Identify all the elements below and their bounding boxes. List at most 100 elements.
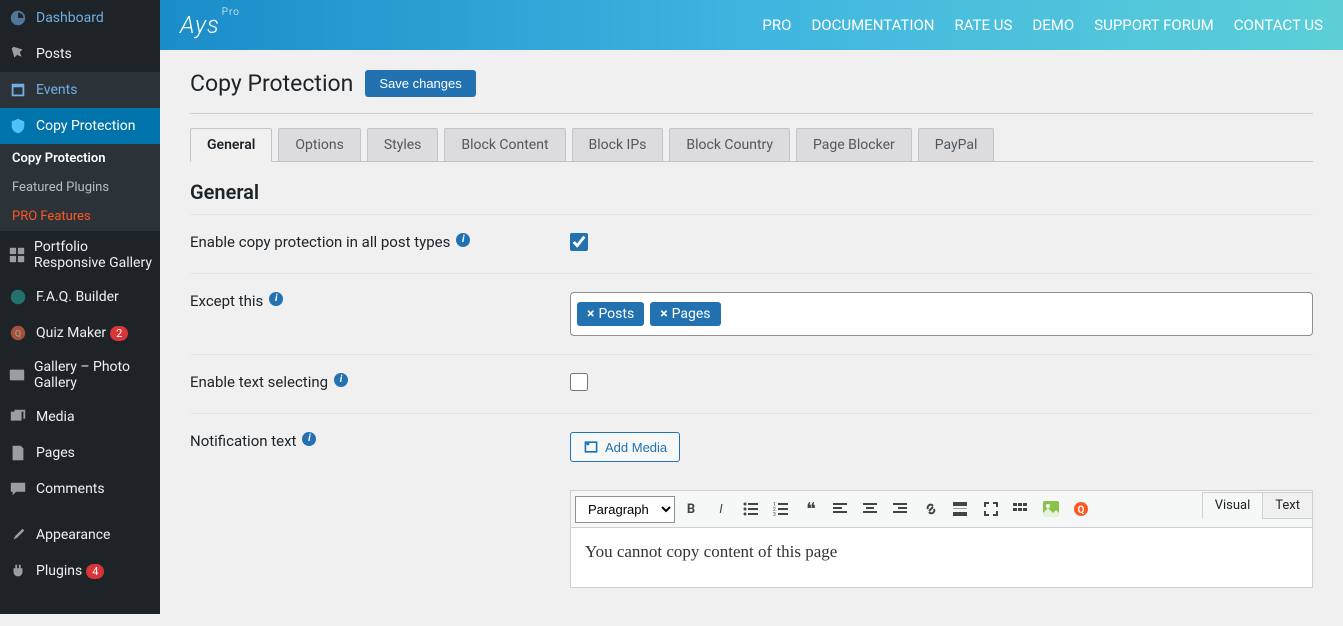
quote-button[interactable]: ❝ bbox=[797, 495, 825, 523]
page-title: Copy Protection bbox=[190, 70, 353, 97]
except-tag-input[interactable]: Posts Pages bbox=[570, 292, 1313, 336]
sidebar-label: Posts bbox=[36, 46, 72, 62]
sidebar-item-portfolio[interactable]: Portfolio Responsive Gallery bbox=[0, 231, 160, 279]
plug-icon bbox=[8, 561, 28, 581]
italic-button[interactable]: I bbox=[707, 495, 735, 523]
tag-posts[interactable]: Posts bbox=[577, 302, 644, 326]
sidebar-item-copy-protection[interactable]: Copy Protection bbox=[0, 108, 160, 144]
wysiwyg-editor: Visual Text Paragraph B I 123 ❝ bbox=[570, 490, 1313, 588]
editor-tab-text[interactable]: Text bbox=[1262, 492, 1313, 519]
tab-options[interactable]: Options bbox=[278, 128, 360, 161]
tab-block-ips[interactable]: Block IPs bbox=[572, 128, 664, 161]
dashboard-icon bbox=[8, 8, 28, 28]
tag-pages[interactable]: Pages bbox=[650, 302, 720, 326]
sidebar-item-comments[interactable]: Comments bbox=[0, 471, 160, 507]
page-icon bbox=[8, 443, 28, 463]
tab-styles[interactable]: Styles bbox=[367, 128, 439, 161]
topnav-support[interactable]: SUPPORT FORUM bbox=[1094, 16, 1214, 34]
sidebar-label: Media bbox=[36, 409, 75, 425]
editor-content[interactable]: You cannot copy content of this page bbox=[570, 528, 1313, 588]
fullscreen-button[interactable] bbox=[977, 495, 1005, 523]
pro-badge: Pro bbox=[222, 7, 240, 18]
sidebar-item-events[interactable]: Events bbox=[0, 72, 160, 108]
submenu-copy-protection[interactable]: Copy Protection bbox=[0, 144, 160, 173]
topnav-documentation[interactable]: DOCUMENTATION bbox=[811, 16, 934, 34]
notification-label: Notification text bbox=[190, 432, 296, 450]
add-media-button[interactable]: Add Media bbox=[570, 432, 680, 462]
editor-tab-visual[interactable]: Visual bbox=[1202, 492, 1263, 519]
chat-icon bbox=[8, 287, 28, 307]
tab-general[interactable]: General bbox=[190, 128, 272, 162]
link-button[interactable] bbox=[917, 495, 945, 523]
tab-block-country[interactable]: Block Country bbox=[669, 128, 790, 161]
format-select[interactable]: Paragraph bbox=[575, 496, 675, 523]
plugin-logo: Ays Pro bbox=[180, 11, 220, 39]
sidebar-item-gallery[interactable]: Gallery – Photo Gallery bbox=[0, 351, 160, 399]
sidebar-label: Comments bbox=[36, 481, 105, 497]
svg-text:Q: Q bbox=[1078, 505, 1085, 516]
sidebar-label: Appearance bbox=[36, 527, 110, 543]
sidebar-label: Gallery – Photo Gallery bbox=[34, 359, 152, 391]
shield-icon bbox=[8, 116, 28, 136]
top-navigation: PRO DOCUMENTATION RATE US DEMO SUPPORT F… bbox=[762, 16, 1323, 34]
sidebar-label: F.A.Q. Builder bbox=[36, 289, 119, 305]
sidebar-label: Portfolio Responsive Gallery bbox=[34, 239, 152, 271]
submenu-featured-plugins[interactable]: Featured Plugins bbox=[0, 173, 160, 202]
align-right-button[interactable] bbox=[887, 495, 915, 523]
topnav-demo[interactable]: DEMO bbox=[1032, 16, 1074, 34]
sidebar-item-quiz[interactable]: Q Quiz Maker 2 bbox=[0, 315, 160, 351]
topnav-pro[interactable]: PRO bbox=[762, 16, 791, 34]
gallery-icon[interactable] bbox=[1037, 495, 1065, 523]
enable-all-label: Enable copy protection in all post types bbox=[190, 233, 450, 251]
except-label: Except this bbox=[190, 292, 263, 310]
pin-icon bbox=[8, 44, 28, 64]
sidebar-label: Dashboard bbox=[36, 10, 104, 26]
sidebar-item-posts[interactable]: Posts bbox=[0, 36, 160, 72]
submenu-pro-features[interactable]: PRO Features bbox=[0, 202, 160, 231]
number-list-button[interactable]: 123 bbox=[767, 495, 795, 523]
save-button[interactable]: Save changes bbox=[365, 70, 475, 97]
svg-text:3: 3 bbox=[773, 512, 776, 517]
topnav-rate-us[interactable]: RATE US bbox=[954, 16, 1012, 34]
enable-all-checkbox[interactable] bbox=[570, 233, 588, 251]
info-icon[interactable]: i bbox=[334, 373, 348, 387]
readmore-button[interactable] bbox=[947, 495, 975, 523]
sidebar-label: Plugins bbox=[36, 563, 82, 579]
badge-count: 2 bbox=[110, 326, 128, 341]
align-left-button[interactable] bbox=[827, 495, 855, 523]
toolbar-toggle-button[interactable] bbox=[1007, 495, 1035, 523]
tab-paypal[interactable]: PayPal bbox=[918, 128, 995, 161]
text-select-checkbox[interactable] bbox=[570, 373, 588, 391]
sidebar-submenu: Copy Protection Featured Plugins PRO Fea… bbox=[0, 144, 160, 231]
sidebar-label: Events bbox=[36, 82, 77, 98]
sidebar-item-pages[interactable]: Pages bbox=[0, 435, 160, 471]
align-center-button[interactable] bbox=[857, 495, 885, 523]
sidebar-item-plugins[interactable]: Plugins 4 bbox=[0, 553, 160, 589]
tab-page-blocker[interactable]: Page Blocker bbox=[796, 128, 912, 161]
sidebar-item-media[interactable]: Media bbox=[0, 399, 160, 435]
quiz-icon: Q bbox=[8, 323, 28, 343]
row-enable-all: Enable copy protection in all post types… bbox=[190, 214, 1313, 273]
row-except: Except this i Posts Pages bbox=[190, 273, 1313, 354]
row-text-select: Enable text selecting i bbox=[190, 354, 1313, 413]
bold-button[interactable]: B bbox=[677, 495, 705, 523]
grid-icon bbox=[8, 245, 26, 265]
sidebar-label: Copy Protection bbox=[36, 118, 135, 134]
sidebar-item-appearance[interactable]: Appearance bbox=[0, 517, 160, 553]
info-icon[interactable]: i bbox=[302, 432, 316, 446]
section-title: General bbox=[190, 180, 1313, 204]
text-select-label: Enable text selecting bbox=[190, 373, 328, 391]
sidebar-item-dashboard[interactable]: Dashboard bbox=[0, 0, 160, 36]
media-icon bbox=[8, 407, 28, 427]
sidebar-item-faq[interactable]: F.A.Q. Builder bbox=[0, 279, 160, 315]
tab-block-content[interactable]: Block Content bbox=[444, 128, 565, 161]
info-icon[interactable]: i bbox=[269, 292, 283, 306]
bullet-list-button[interactable] bbox=[737, 495, 765, 523]
admin-sidebar: Dashboard Posts Events Copy Protection C… bbox=[0, 0, 160, 614]
calendar-icon bbox=[8, 80, 28, 100]
main-content: Ays Pro PRO DOCUMENTATION RATE US DEMO S… bbox=[160, 0, 1343, 626]
info-icon[interactable]: i bbox=[456, 233, 470, 247]
quiz-icon-button[interactable]: Q bbox=[1067, 495, 1095, 523]
topnav-contact[interactable]: CONTACT US bbox=[1234, 16, 1323, 34]
comment-icon bbox=[8, 479, 28, 499]
